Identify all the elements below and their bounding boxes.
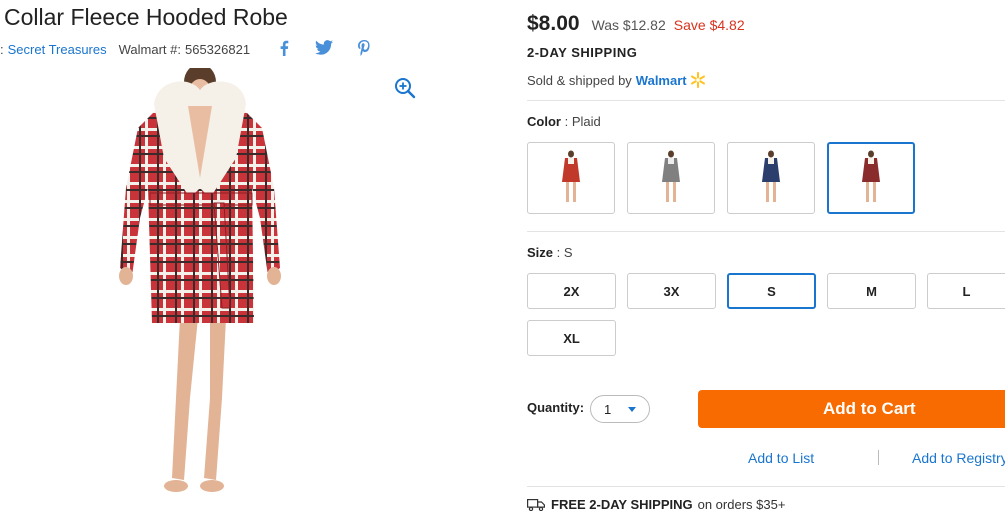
color-separator: :: [564, 114, 569, 129]
social-share: [274, 40, 374, 59]
walmart-number: 565326821: [184, 42, 251, 57]
size-separator: :: [556, 245, 561, 260]
size-option-xl[interactable]: XL: [527, 320, 616, 356]
seller-link[interactable]: Walmart: [636, 73, 687, 88]
walmart-spark-icon: [690, 72, 706, 88]
chevron-down-icon: [628, 407, 636, 412]
free-shipping-banner: FREE 2-DAY SHIPPING on orders $35+: [527, 497, 785, 512]
savings: Save $4.82: [673, 17, 745, 33]
color-swatch-red-plaid[interactable]: [527, 142, 615, 214]
color-selected: Plaid: [571, 114, 601, 129]
product-title: Collar Fleece Hooded Robe: [4, 4, 288, 30]
color-swatch-plaid[interactable]: [827, 142, 915, 214]
divider: [527, 100, 1005, 101]
was-price: Was $12.82: [591, 17, 666, 33]
shipping-badge: 2-DAY SHIPPING: [527, 45, 638, 60]
product-meta: : Secret Treasures Walmart #: 565326821: [0, 40, 374, 59]
quantity-label: Quantity:: [527, 400, 585, 415]
quantity-value: 1: [604, 401, 612, 417]
color-label-text: Color: [527, 114, 561, 129]
add-to-list-link[interactable]: Add to List: [748, 450, 814, 466]
size-label: Size : S: [527, 245, 573, 260]
size-option-s[interactable]: S: [727, 273, 816, 309]
free-shipping-threshold: on orders $35+: [697, 497, 786, 512]
size-option-3x[interactable]: 3X: [627, 273, 716, 309]
pinterest-icon[interactable]: [354, 40, 374, 59]
link-divider: [878, 450, 879, 465]
divider: [527, 231, 1005, 232]
walmart-number-label: Walmart #:: [118, 42, 181, 57]
brand-link[interactable]: Secret Treasures: [8, 42, 107, 57]
product-image[interactable]: [118, 64, 284, 504]
sold-by-label: Sold & shipped by: [527, 72, 632, 88]
size-option-l[interactable]: L: [927, 273, 1005, 309]
color-swatch-navy-plaid[interactable]: [727, 142, 815, 214]
size-selected: S: [563, 245, 573, 260]
truck-icon: [527, 498, 545, 511]
size-label-text: Size: [527, 245, 554, 260]
zoom-icon[interactable]: [394, 77, 416, 99]
size-option-2x[interactable]: 2X: [527, 273, 616, 309]
quantity-select[interactable]: 1: [590, 395, 650, 423]
brand-prefix: :: [0, 42, 4, 57]
free-shipping-title: FREE 2-DAY SHIPPING: [551, 497, 693, 512]
size-option-m[interactable]: M: [827, 273, 916, 309]
divider: [527, 486, 1005, 487]
current-price: $8.00: [527, 12, 580, 35]
add-to-cart-button[interactable]: Add to Cart: [698, 390, 1005, 428]
price-row: $8.00 Was $12.82 Save $4.82: [527, 12, 745, 36]
color-label: Color : Plaid: [527, 114, 601, 129]
sold-by: Sold & shipped by Walmart: [527, 72, 706, 88]
twitter-icon[interactable]: [314, 40, 334, 59]
color-swatch-gray[interactable]: [627, 142, 715, 214]
facebook-icon[interactable]: [274, 40, 294, 59]
add-to-registry-link[interactable]: Add to Registry: [912, 450, 1005, 466]
